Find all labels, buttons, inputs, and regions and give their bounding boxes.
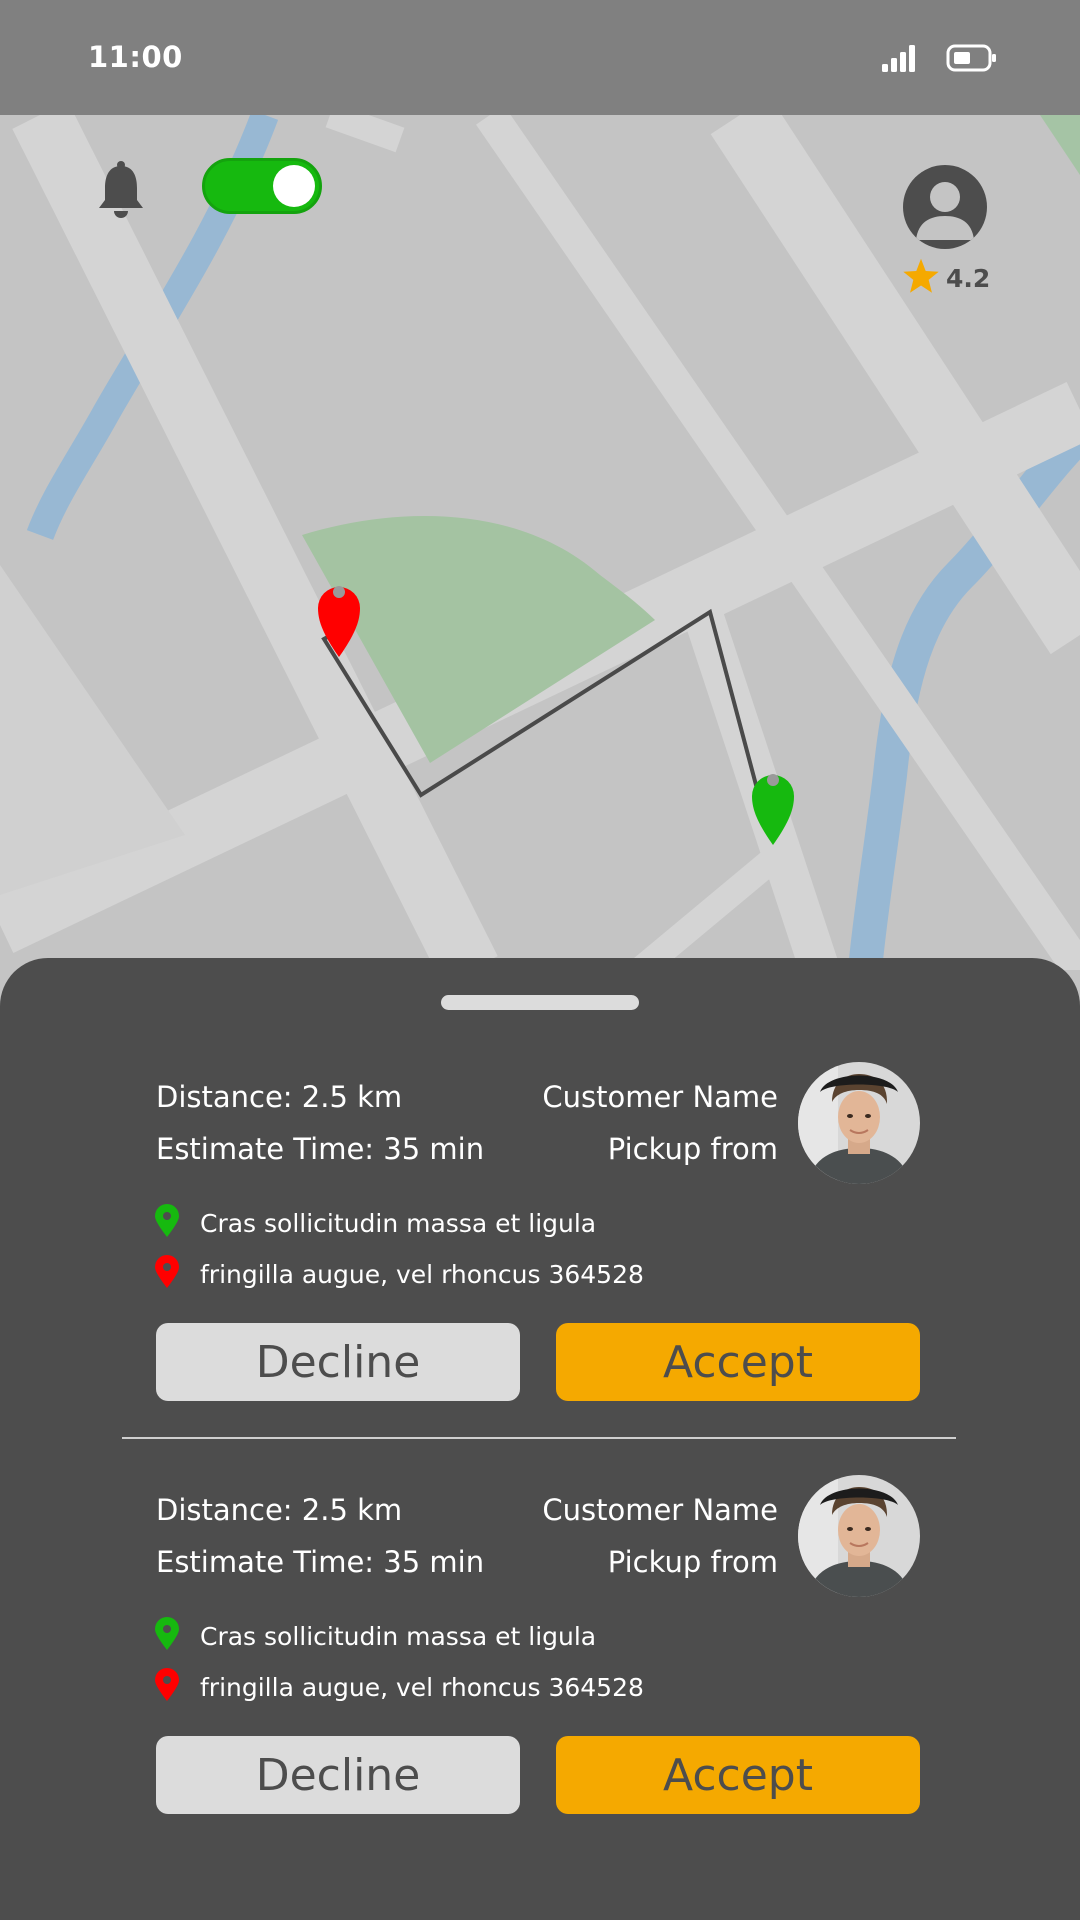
- distance-text: Distance: 2.5 km: [156, 1493, 403, 1527]
- pickup-pin-icon: [154, 1617, 180, 1655]
- customer-photo: [798, 1062, 920, 1184]
- estimate-time-text: Estimate Time: 35 min: [156, 1132, 485, 1166]
- dropoff-address: fringilla augue, vel rhoncus 364528: [200, 1259, 644, 1289]
- accept-button[interactable]: Accept: [556, 1736, 920, 1814]
- ride-request-card: Distance: 2.5 km Estimate Time: 35 min C…: [0, 1058, 1080, 1438]
- toggle-knob: [273, 165, 315, 207]
- dropoff-address-row: fringilla augue, vel rhoncus 364528: [154, 1668, 644, 1706]
- status-bar: 11:00: [0, 0, 1080, 115]
- sheet-drag-handle[interactable]: [441, 995, 639, 1010]
- dropoff-pin-icon: [154, 1668, 180, 1706]
- pickup-label: Pickup from: [607, 1132, 778, 1166]
- customer-name: Customer Name: [542, 1493, 778, 1527]
- status-time: 11:00: [88, 40, 183, 74]
- online-toggle[interactable]: [202, 158, 322, 214]
- ride-request-card: Distance: 2.5 km Estimate Time: 35 min C…: [0, 1471, 1080, 1851]
- dropoff-address-row: fringilla augue, vel rhoncus 364528: [154, 1255, 644, 1293]
- pickup-address-row: Cras sollicitudin massa et ligula: [154, 1617, 596, 1655]
- customer-photo: [798, 1475, 920, 1597]
- dropoff-address: fringilla augue, vel rhoncus 364528: [200, 1672, 644, 1702]
- bell-icon[interactable]: [96, 160, 146, 224]
- distance-text: Distance: 2.5 km: [156, 1080, 403, 1114]
- rating-value: 4.2: [946, 263, 991, 293]
- pickup-address: Cras sollicitudin massa et ligula: [200, 1208, 597, 1238]
- estimate-time-text: Estimate Time: 35 min: [156, 1545, 485, 1579]
- pickup-pin-icon: [154, 1204, 180, 1242]
- profile-avatar-icon[interactable]: [902, 164, 988, 254]
- ride-requests-sheet: Distance: 2.5 km Estimate Time: 35 min C…: [0, 958, 1080, 1920]
- pickup-address: Cras sollicitudin massa et ligula: [200, 1621, 597, 1651]
- card-divider: [122, 1437, 956, 1439]
- star-icon: [902, 258, 940, 298]
- pickup-label: Pickup from: [607, 1545, 778, 1579]
- dropoff-pin-icon: [154, 1255, 180, 1293]
- pickup-address-row: Cras sollicitudin massa et ligula: [154, 1204, 596, 1242]
- decline-button[interactable]: Decline: [156, 1736, 520, 1814]
- customer-name: Customer Name: [542, 1080, 778, 1114]
- decline-button[interactable]: Decline: [156, 1323, 520, 1401]
- signal-icon: [880, 44, 918, 76]
- battery-icon: [946, 44, 998, 76]
- driver-rating: 4.2: [902, 258, 990, 298]
- accept-button[interactable]: Accept: [556, 1323, 920, 1401]
